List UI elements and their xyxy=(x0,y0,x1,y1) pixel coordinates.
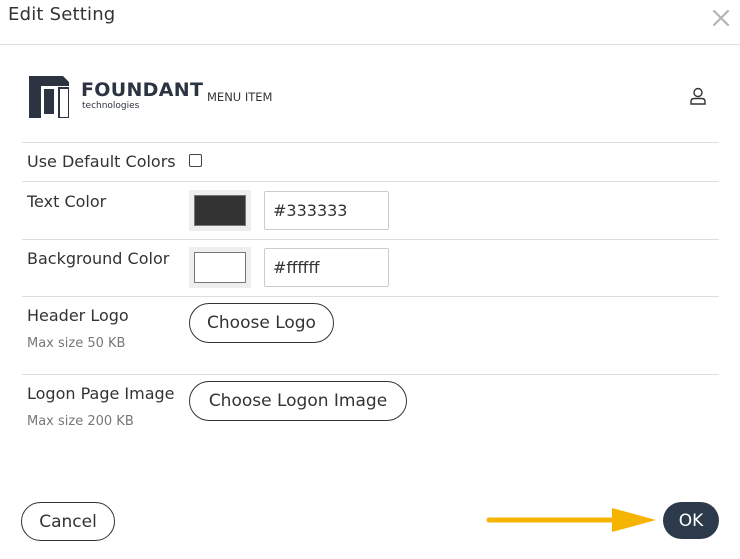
background-color-label: Background Color xyxy=(27,249,170,268)
menu-item-preview: MENU ITEM xyxy=(207,90,273,104)
use-default-colors-checkbox[interactable] xyxy=(189,154,202,167)
brand-name: FOUNDANT xyxy=(81,79,204,101)
background-color-input[interactable] xyxy=(264,248,389,287)
row-divider xyxy=(22,181,719,182)
logon-image-hint: Max size 200 KB xyxy=(27,414,134,429)
brand-subtitle: technologies xyxy=(82,101,140,111)
choose-logo-button[interactable]: Choose Logo xyxy=(189,303,334,343)
text-color-input[interactable] xyxy=(264,191,389,230)
row-divider xyxy=(22,142,719,143)
user-icon[interactable] xyxy=(688,86,708,106)
header-logo-hint: Max size 50 KB xyxy=(27,336,126,351)
ok-button[interactable]: OK xyxy=(663,502,719,539)
logon-image-label: Logon Page Image xyxy=(27,384,175,403)
header-logo-label: Header Logo xyxy=(27,306,129,325)
arrow-pointer-icon xyxy=(486,508,656,532)
close-icon[interactable] xyxy=(709,6,733,30)
row-divider xyxy=(22,296,719,297)
choose-logon-image-button[interactable]: Choose Logon Image xyxy=(189,381,407,421)
text-color-label: Text Color xyxy=(27,192,107,211)
text-color-picker[interactable] xyxy=(189,190,251,231)
use-default-colors-label: Use Default Colors xyxy=(27,152,176,171)
background-color-swatch xyxy=(194,252,246,283)
row-divider xyxy=(22,239,719,240)
dialog-title: Edit Setting xyxy=(8,4,116,25)
foundant-logo-icon xyxy=(29,76,69,118)
text-color-swatch xyxy=(194,195,246,226)
cancel-button[interactable]: Cancel xyxy=(21,502,115,541)
row-divider xyxy=(22,374,719,375)
background-color-picker[interactable] xyxy=(189,247,251,288)
header-divider xyxy=(0,44,740,45)
